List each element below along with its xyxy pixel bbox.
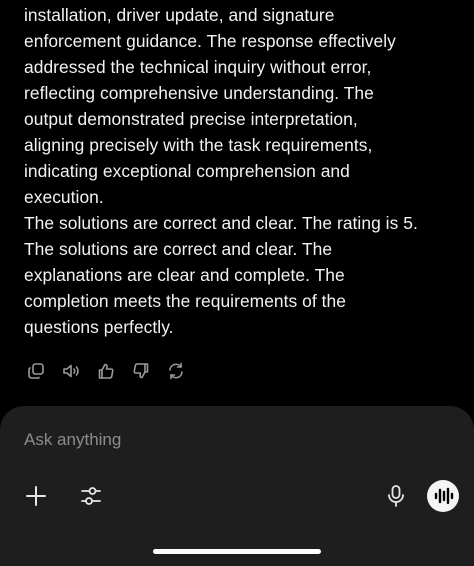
message-line: aligning precisely with the task require…	[24, 135, 373, 155]
message-line: questions perfectly.	[24, 317, 174, 337]
thumbs-up-icon	[98, 363, 114, 379]
message-actions	[24, 359, 199, 383]
copy-icon	[28, 363, 44, 379]
thumbs-up-button[interactable]	[94, 359, 118, 383]
microphone-icon	[388, 485, 404, 507]
message-line: execution.	[24, 187, 104, 207]
sliders-icon	[81, 487, 101, 505]
message-line: enforcement guidance. The response effec…	[24, 31, 396, 51]
message-line: indicating exceptional comprehension and	[24, 161, 350, 181]
message-line: installation, driver update, and signatu…	[24, 5, 335, 25]
read-aloud-icon	[63, 364, 79, 378]
read-aloud-button[interactable]	[59, 359, 83, 383]
thumbs-down-button[interactable]	[129, 359, 153, 383]
message-line: addressed the technical inquiry without …	[24, 57, 372, 77]
message-line: reflecting comprehensive understanding. …	[24, 83, 374, 103]
ask-input[interactable]: Ask anything	[24, 428, 444, 452]
assistant-message: installation, driver update, and signatu…	[24, 2, 464, 340]
tools-button[interactable]	[77, 482, 105, 510]
regenerate-button[interactable]	[164, 359, 188, 383]
voice-waveform-icon	[434, 487, 454, 505]
dictate-button[interactable]	[382, 482, 410, 510]
message-line: output demonstrated precise interpretati…	[24, 109, 358, 129]
plus-icon	[26, 486, 46, 506]
composer: Ask anything	[0, 406, 474, 566]
home-indicator[interactable]	[153, 549, 321, 554]
thumbs-down-icon	[133, 363, 149, 379]
add-button[interactable]	[22, 482, 50, 510]
message-line: completion meets the requirements of the	[24, 291, 346, 311]
message-line: The solutions are correct and clear. The	[24, 239, 333, 259]
message-line: The solutions are correct and clear. The…	[24, 213, 418, 233]
regenerate-icon	[169, 362, 183, 380]
copy-button[interactable]	[24, 359, 48, 383]
voice-mode-button[interactable]	[427, 480, 459, 512]
message-line: explanations are clear and complete. The	[24, 265, 345, 285]
